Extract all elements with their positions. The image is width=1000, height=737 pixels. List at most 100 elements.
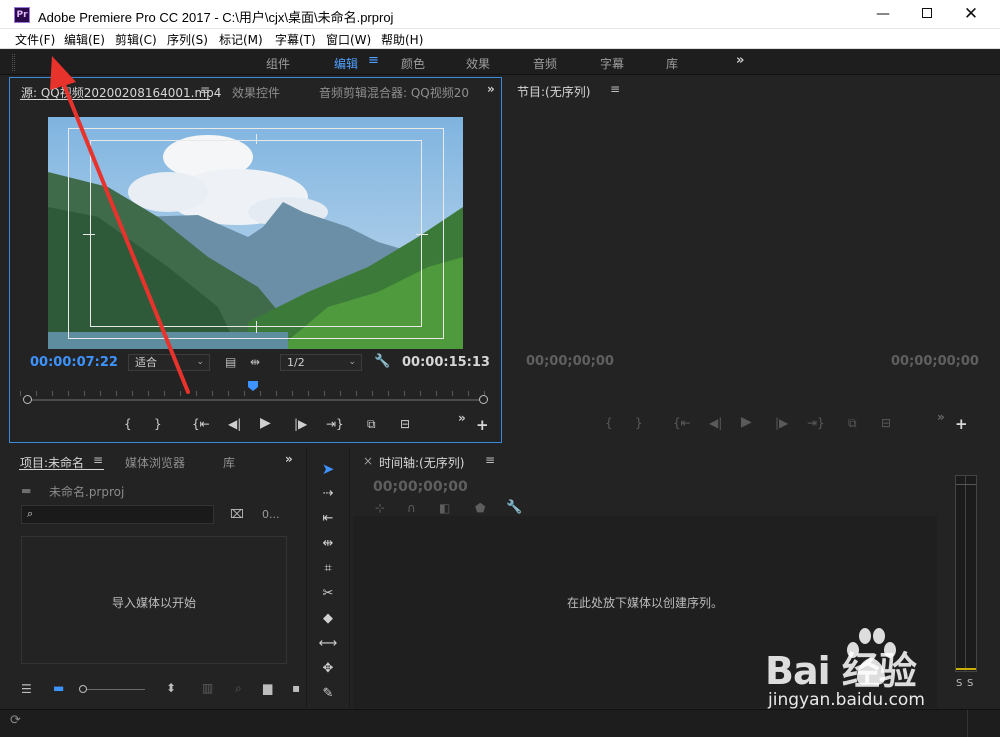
- program-go-to-in-button[interactable]: {⇤: [673, 416, 691, 430]
- zoom-fit-select[interactable]: 适合 ⌄: [128, 354, 210, 371]
- menu-title[interactable]: 字幕(T): [275, 31, 316, 48]
- slide-tool-icon[interactable]: ⟷: [317, 636, 339, 651]
- menu-file[interactable]: 文件(F): [15, 31, 55, 48]
- automate-to-sequence-icon[interactable]: ▥: [202, 681, 213, 695]
- program-go-to-out-button[interactable]: ⇥}: [807, 416, 825, 430]
- project-tab-menu-icon[interactable]: ≡: [93, 453, 103, 467]
- program-more-controls-button[interactable]: »: [937, 410, 945, 424]
- find-icon[interactable]: ⌕: [235, 681, 242, 696]
- program-mark-in-button[interactable]: {: [605, 416, 613, 430]
- import-media-prompt: 导入媒体以开始: [111, 596, 196, 610]
- project-search-input[interactable]: ⌕: [21, 505, 214, 524]
- timeline-tab-menu-icon[interactable]: ≡: [485, 453, 495, 467]
- menu-window[interactable]: 窗口(W): [326, 31, 371, 48]
- tab-program[interactable]: 节目:(无序列): [517, 83, 590, 100]
- program-button-editor-plus-icon[interactable]: +: [955, 415, 968, 433]
- sync-status-icon[interactable]: ⟳: [10, 713, 21, 728]
- track-select-tool-icon[interactable]: ⇢: [317, 486, 339, 501]
- list-view-icon[interactable]: ☰: [21, 682, 32, 696]
- linked-selection-icon[interactable]: ◧: [439, 501, 450, 515]
- source-more-controls-button[interactable]: »: [458, 411, 466, 425]
- icon-view-icon[interactable]: ▬: [53, 681, 64, 695]
- menu-edit[interactable]: 编辑(E): [64, 31, 105, 48]
- ripple-edit-tool-icon[interactable]: ⇤: [317, 511, 339, 526]
- workspace-tab-libraries[interactable]: 库: [666, 55, 678, 72]
- new-bin-icon[interactable]: ▆: [263, 681, 272, 695]
- playback-resolution-select[interactable]: 1/2 ⌄: [280, 354, 362, 371]
- zoom-slider-track[interactable]: [87, 689, 145, 690]
- workspace-grip[interactable]: [12, 54, 15, 71]
- timeline-timecode[interactable]: 00;00;00;00: [373, 479, 468, 495]
- timeline-settings-wrench-icon[interactable]: 🔧: [506, 500, 522, 515]
- new-item-icon[interactable]: ▪: [292, 681, 300, 695]
- button-editor-plus-icon[interactable]: +: [476, 416, 489, 434]
- play-button[interactable]: ▶: [260, 415, 271, 431]
- create-sequence-prompt: 在此处放下媒体以创建序列。: [566, 596, 723, 610]
- premiere-app-icon: Pr: [14, 7, 30, 23]
- source-zoom-scrollbar[interactable]: [27, 399, 483, 401]
- lift-button[interactable]: ⧉: [848, 416, 857, 431]
- project-more-tabs-button[interactable]: »: [285, 452, 293, 466]
- menu-help[interactable]: 帮助(H): [381, 31, 423, 48]
- source-video-frame[interactable]: [48, 117, 463, 349]
- mark-in-button[interactable]: {: [124, 417, 132, 431]
- source-tab-menu-icon[interactable]: ≡: [200, 83, 210, 97]
- workspace-more-button[interactable]: »: [736, 53, 744, 68]
- insert-button[interactable]: ⧉: [367, 417, 376, 432]
- tab-audio-clip-mixer[interactable]: 音频剪辑混合器: QQ视频20: [319, 84, 469, 101]
- program-step-forward-button[interactable]: |▶: [775, 416, 788, 430]
- workspace-tab-color[interactable]: 颜色: [401, 55, 425, 72]
- wrench-icon[interactable]: 🔧: [374, 354, 390, 369]
- go-to-out-button[interactable]: ⇥}: [326, 417, 344, 431]
- extract-button[interactable]: ⊟: [881, 416, 891, 430]
- selection-tool-icon[interactable]: ➤: [317, 460, 339, 478]
- menu-marker[interactable]: 标记(M): [219, 31, 263, 48]
- add-marker-icon[interactable]: ⬟: [475, 501, 485, 515]
- workspace-tab-titles[interactable]: 字幕: [600, 55, 624, 72]
- source-more-tabs-button[interactable]: »: [487, 82, 495, 96]
- razor-tool-icon[interactable]: ✂: [317, 586, 339, 601]
- zoom-slider-handle[interactable]: [79, 685, 87, 693]
- program-mark-out-button[interactable]: }: [635, 416, 643, 430]
- pen-tool-icon[interactable]: ✥: [317, 661, 339, 676]
- timeline-close-button[interactable]: ×: [363, 454, 373, 468]
- minimize-button[interactable]: —: [860, 0, 906, 29]
- zoom-scroll-handle-left[interactable]: [23, 395, 32, 404]
- snap-icon[interactable]: ∩: [407, 501, 416, 515]
- sort-icons-icon[interactable]: ⬍: [166, 681, 176, 695]
- overwrite-button[interactable]: ⊟: [400, 417, 410, 431]
- tab-timeline[interactable]: 时间轴:(无序列): [379, 454, 464, 471]
- tab-effect-controls[interactable]: 效果控件: [232, 84, 280, 101]
- project-media-drop-area[interactable]: 导入媒体以开始: [21, 536, 287, 664]
- go-to-in-button[interactable]: {⇤: [192, 417, 210, 431]
- menu-sequence[interactable]: 序列(S): [167, 31, 208, 48]
- workspace-tab-assembly[interactable]: 组件: [266, 55, 290, 72]
- program-play-button[interactable]: ▶: [741, 414, 752, 430]
- source-current-timecode[interactable]: 00:00:07:22: [30, 355, 118, 370]
- close-button[interactable]: ✕: [948, 0, 994, 29]
- maximize-button[interactable]: [904, 0, 950, 29]
- insert-nest-icon[interactable]: ⊹: [375, 501, 385, 515]
- program-current-timecode[interactable]: 00;00;00;00: [526, 354, 614, 369]
- menu-clip[interactable]: 剪辑(C): [115, 31, 157, 48]
- hand-tool-icon[interactable]: ✎: [317, 686, 339, 701]
- workspace-tab-effects[interactable]: 效果: [466, 55, 490, 72]
- drag-video-audio-icon[interactable]: ⇹: [250, 355, 260, 369]
- step-back-button[interactable]: ◀|: [228, 417, 241, 431]
- workspace-menu-icon[interactable]: ≡: [368, 53, 379, 68]
- rate-stretch-tool-icon[interactable]: ⌗: [317, 561, 339, 576]
- program-tab-menu-icon[interactable]: ≡: [610, 82, 620, 96]
- new-search-bin-icon[interactable]: ⌧: [230, 507, 244, 521]
- workspace-tab-editing[interactable]: 编辑: [334, 55, 358, 72]
- tab-libraries[interactable]: 库: [223, 454, 235, 471]
- workspace-tab-audio[interactable]: 音频: [533, 55, 557, 72]
- maximize-icon: [922, 8, 932, 18]
- slip-tool-icon[interactable]: ◆: [317, 611, 339, 626]
- rolling-edit-tool-icon[interactable]: ⇹: [317, 536, 339, 551]
- program-step-back-button[interactable]: ◀|: [709, 416, 722, 430]
- zoom-scroll-handle-right[interactable]: [479, 395, 488, 404]
- mark-out-button[interactable]: }: [154, 417, 162, 431]
- settings-filmstrip-icon[interactable]: ▤: [225, 355, 236, 369]
- tab-media-browser[interactable]: 媒体浏览器: [125, 454, 185, 471]
- step-forward-button[interactable]: |▶: [294, 417, 307, 431]
